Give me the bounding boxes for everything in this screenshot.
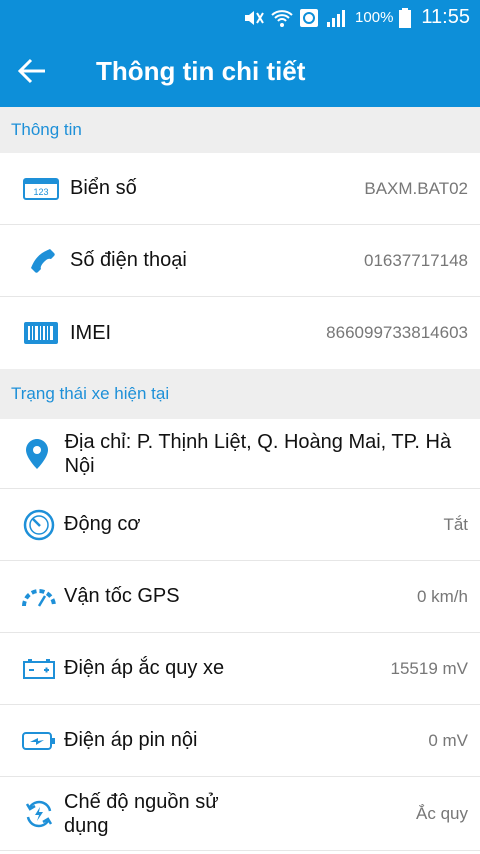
battery-icon xyxy=(399,7,412,28)
info-label: Biển số xyxy=(70,177,137,199)
info-label: IMEI xyxy=(70,321,112,344)
sync-icon xyxy=(299,8,319,28)
power-cycle-icon xyxy=(22,798,56,830)
battery-percent: 100% xyxy=(355,9,394,26)
info-row-imei[interactable]: IMEI 866099733814603 xyxy=(0,297,480,369)
back-button[interactable] xyxy=(0,39,64,103)
info-label: Số điện thoại xyxy=(70,249,187,271)
state-row-power-mode[interactable]: Chế độ nguồn sử dụng Ắc quy xyxy=(0,777,480,851)
section-title: Thông tin xyxy=(11,120,82,139)
info-row-phone[interactable]: Số điện thoại 01637717148 xyxy=(0,225,480,297)
status-time: 11:55 xyxy=(421,6,470,28)
state-label: Động cơ xyxy=(64,513,141,535)
state-value: Tắt xyxy=(443,514,468,534)
car-battery-icon xyxy=(22,658,56,680)
section-header-info: Thông tin xyxy=(0,107,480,153)
speedometer-icon xyxy=(20,586,58,608)
signal-icon xyxy=(325,8,349,28)
gauge-icon xyxy=(22,509,56,541)
section-header-state: Trạng thái xe hiện tại xyxy=(0,369,480,419)
state-row-internal-battery[interactable]: Điện áp pin nội 0 mV xyxy=(0,705,480,777)
location-pin-icon xyxy=(22,438,53,470)
svg-text:123: 123 xyxy=(33,187,48,197)
address-text: Địa chỉ: P. Thịnh Liệt, Q. Hoàng Mai, TP… xyxy=(64,430,452,477)
section-title: Trạng thái xe hiện tại xyxy=(11,384,170,403)
phone-icon xyxy=(22,246,60,276)
arrow-left-icon xyxy=(17,58,45,84)
state-label: Điện áp ắc quy xe xyxy=(64,657,225,679)
state-value: Ắc quy xyxy=(416,803,468,823)
state-label: Vận tốc GPS xyxy=(64,585,180,607)
address-row[interactable]: Địa chỉ: P. Thịnh Liệt, Q. Hoàng Mai, TP… xyxy=(0,419,480,489)
app-header: 100% 11:55 Thông tin chi tiết xyxy=(0,0,480,107)
battery-charging-icon xyxy=(22,731,56,751)
state-value: 15519 mV xyxy=(390,658,469,678)
mute-icon xyxy=(243,9,265,27)
page-title: Thông tin chi tiết xyxy=(96,55,306,86)
info-value: BAXM.BAT02 xyxy=(364,178,468,198)
wifi-icon xyxy=(271,8,293,28)
state-row-battery-voltage[interactable]: Điện áp ắc quy xe 15519 mV xyxy=(0,633,480,705)
state-value: 0 km/h xyxy=(416,586,468,606)
barcode-icon xyxy=(22,322,60,344)
info-value: 866099733814603 xyxy=(326,323,468,342)
license-plate-icon: 123 xyxy=(22,177,60,200)
state-label: Chế độ nguồn sử dụng xyxy=(64,790,219,837)
state-value: 0 mV xyxy=(428,730,468,750)
state-row-speed[interactable]: Vận tốc GPS 0 km/h xyxy=(0,561,480,633)
app-bar: Thông tin chi tiết xyxy=(0,35,480,107)
state-row-engine[interactable]: Động cơ Tắt xyxy=(0,489,480,561)
status-bar: 100% 11:55 xyxy=(0,0,480,35)
info-row-plate[interactable]: 123 Biển số BAXM.BAT02 xyxy=(0,153,480,225)
state-label: Điện áp pin nội xyxy=(64,729,198,751)
info-value: 01637717148 xyxy=(363,250,468,270)
